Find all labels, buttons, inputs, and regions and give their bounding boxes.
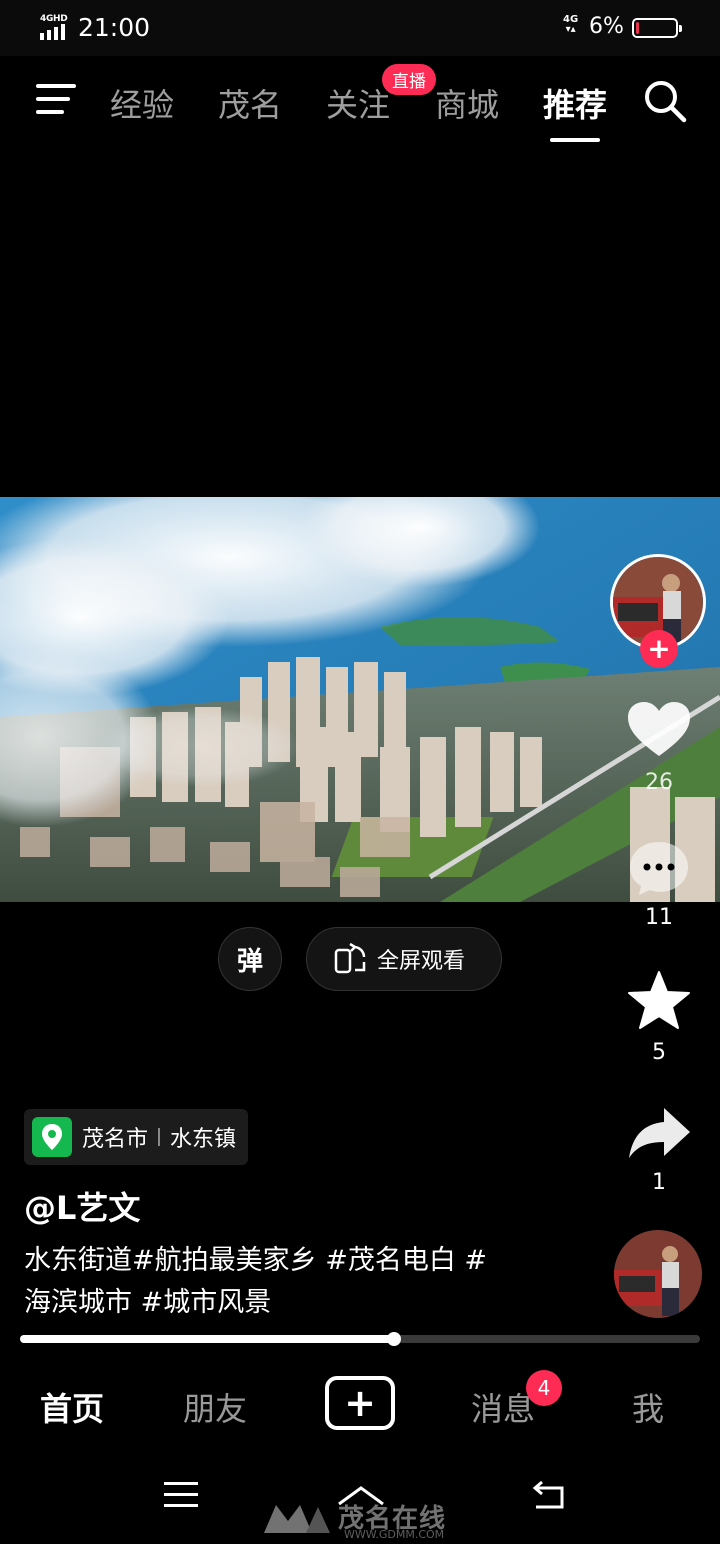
nav-me[interactable]: 我 bbox=[632, 1384, 664, 1430]
tab-experience[interactable]: 经验 bbox=[110, 80, 174, 126]
like-count: 26 bbox=[645, 770, 673, 795]
location-divider bbox=[158, 1128, 161, 1146]
plus-icon: + bbox=[344, 1381, 376, 1425]
bottom-nav: 首页 朋友 + 消息 4 我 bbox=[0, 1360, 720, 1450]
comment-icon[interactable] bbox=[626, 838, 692, 898]
recent-apps-icon[interactable] bbox=[164, 1480, 198, 1510]
clock: 21:00 bbox=[78, 13, 151, 42]
tab-recommended[interactable]: 推荐 bbox=[543, 80, 608, 142]
comment-count: 11 bbox=[645, 905, 673, 930]
live-badge: 直播 bbox=[382, 64, 436, 95]
progress-handle[interactable] bbox=[387, 1332, 401, 1346]
watermark-mark-icon bbox=[264, 1504, 330, 1533]
tab-following[interactable]: 关注 bbox=[326, 80, 390, 126]
nav-friends[interactable]: 朋友 bbox=[183, 1384, 247, 1430]
status-bar: 4GHD 21:00 4G ▾▴ 6% bbox=[0, 0, 720, 56]
follow-button[interactable]: + bbox=[640, 630, 678, 668]
danmaku-toggle-button[interactable]: 弹 bbox=[218, 927, 282, 991]
video-player[interactable] bbox=[0, 497, 720, 902]
share-arrow-icon[interactable] bbox=[626, 1104, 692, 1164]
network-4g-indicator: 4G ▾▴ bbox=[563, 14, 579, 35]
location-city: 茂名市 bbox=[82, 1127, 149, 1152]
location-pin-icon bbox=[32, 1117, 72, 1157]
watermark-logo: 茂名在线 WWW.GDMM.COM bbox=[262, 1498, 446, 1541]
video-caption[interactable]: 水东街道#航拍最美家乡 #茂名电白 # 海滨城市 #城市风景 bbox=[24, 1240, 584, 1324]
favorite-star-icon[interactable] bbox=[626, 970, 692, 1030]
share-count: 1 bbox=[652, 1170, 666, 1195]
battery-icon bbox=[632, 18, 682, 38]
search-icon[interactable] bbox=[642, 78, 688, 124]
messages-badge: 4 bbox=[526, 1370, 562, 1406]
fullscreen-label: 全屏观看 bbox=[377, 949, 466, 974]
rotate-screen-icon bbox=[334, 942, 366, 974]
back-icon[interactable] bbox=[530, 1480, 568, 1510]
danmaku-label: 弹 bbox=[236, 946, 263, 977]
favorite-count: 5 bbox=[652, 1040, 666, 1065]
tab-maoming[interactable]: 茂名 bbox=[218, 80, 282, 126]
caption-line-1: 水东街道#航拍最美家乡 #茂名电白 # bbox=[24, 1245, 488, 1276]
fullscreen-button[interactable]: 全屏观看 bbox=[306, 927, 502, 991]
tab-recommended-label: 推荐 bbox=[543, 86, 608, 124]
video-frame-aerial-city bbox=[0, 497, 720, 902]
music-disc[interactable] bbox=[614, 1230, 702, 1318]
network-type-label: 4GHD bbox=[40, 14, 68, 24]
nav-home[interactable]: 首页 bbox=[40, 1384, 104, 1430]
create-post-button[interactable]: + bbox=[325, 1376, 395, 1430]
watermark-url: WWW.GDMM.COM bbox=[344, 1528, 445, 1541]
like-heart-icon[interactable] bbox=[626, 700, 692, 760]
location-tag[interactable]: 茂名市 水东镇 bbox=[24, 1109, 249, 1165]
top-nav: 经验 茂名 关注 直播 商城 推荐 bbox=[0, 56, 720, 146]
active-tab-indicator bbox=[550, 138, 600, 142]
menu-icon[interactable] bbox=[36, 84, 76, 116]
music-disc-image bbox=[614, 1230, 702, 1318]
caption-line-2: 海滨城市 #城市风景 bbox=[24, 1287, 272, 1318]
location-town: 水东镇 bbox=[170, 1127, 237, 1152]
tab-mall[interactable]: 商城 bbox=[435, 80, 499, 126]
cellular-signal-icon: 4GHD bbox=[40, 14, 72, 40]
author-name[interactable]: @L艺文 bbox=[24, 1183, 140, 1229]
video-progress-bar[interactable] bbox=[20, 1332, 700, 1346]
progress-fill bbox=[20, 1335, 394, 1343]
battery-percent: 6% bbox=[589, 14, 624, 39]
